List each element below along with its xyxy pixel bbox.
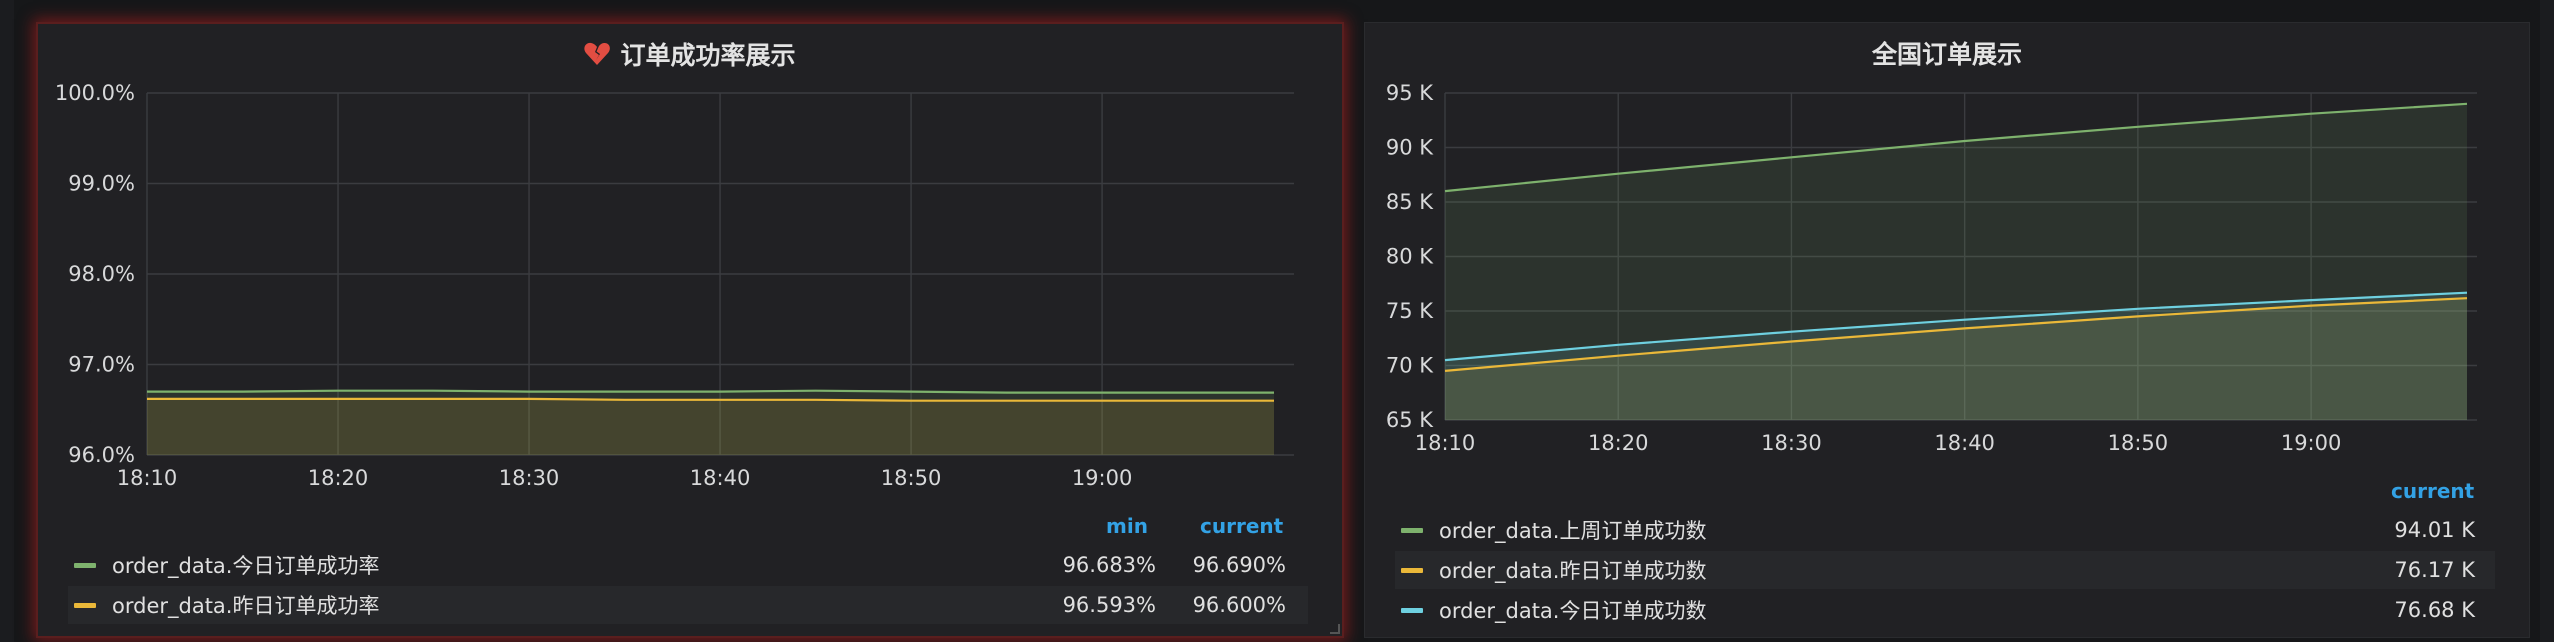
y-tick-label: 90 K <box>1386 136 1434 160</box>
y-tick-label: 99.0% <box>68 172 135 196</box>
y-tick-label: 75 K <box>1386 299 1434 323</box>
x-tick-label: 18:50 <box>2108 431 2169 455</box>
legend-swatch <box>1401 527 1423 533</box>
legend-row-today[interactable]: order_data.今日订单成功数 76.68 K <box>1395 591 2495 629</box>
x-tick-label: 18:50 <box>881 466 942 490</box>
y-tick-label: 70 K <box>1386 354 1434 378</box>
legend-current-value: 94.01 K <box>2394 518 2475 542</box>
panel-success-rate[interactable]: 订单成功率展示 96.0% 97.0% 98.0% 99.0% 100.0% 18:10 1… <box>36 22 1344 638</box>
right-edge-strip <box>2540 0 2554 642</box>
legend-series-name: order_data.今日订单成功数 <box>1439 599 1707 623</box>
legend-header-min[interactable]: min <box>1106 514 1148 538</box>
legend-current-value: 96.690% <box>1192 553 1286 577</box>
legend-series-name: order_data.昨日订单成功率 <box>112 594 380 618</box>
y-tick-label: 97.0% <box>68 353 135 377</box>
x-tick-label: 18:40 <box>1934 431 1995 455</box>
left-edge-strip <box>0 0 14 642</box>
x-tick-label: 18:40 <box>690 466 751 490</box>
legend-min-value: 96.593% <box>1062 593 1156 617</box>
y-tick-label: 65 K <box>1386 408 1434 432</box>
x-tick-label: 18:20 <box>1588 431 1649 455</box>
legend-header-current[interactable]: current <box>1200 514 1283 538</box>
legend-min-value: 96.683% <box>1062 553 1156 577</box>
legend-swatch <box>74 562 96 568</box>
chart-national-orders[interactable]: 65 K 70 K 75 K 80 K 85 K 90 K 95 K 18:10 18:20 18… <box>1365 23 2529 473</box>
y-tick-label: 85 K <box>1386 190 1434 214</box>
panel-national-orders[interactable]: 全国订单展示 65 K 70 K 75 K 80 K 85 K 90 K 95 K 18:10… <box>1364 22 2530 638</box>
legend-current-value: 76.68 K <box>2394 598 2475 622</box>
legend-swatch <box>1401 567 1423 573</box>
legend-row-yesterday[interactable]: order_data.昨日订单成功率 96.593% 96.600% <box>68 586 1308 624</box>
x-tick-label: 18:30 <box>499 466 560 490</box>
legend-current-value: 76.17 K <box>2394 558 2475 582</box>
chart-success-rate[interactable]: 96.0% 97.0% 98.0% 99.0% 100.0% 18:10 18:20 18:3… <box>38 24 1342 504</box>
legend-series-name: order_data.今日订单成功率 <box>112 554 380 578</box>
legend-series-name: order_data.昨日订单成功数 <box>1439 559 1707 583</box>
legend-row-last-week[interactable]: order_data.上周订单成功数 94.01 K <box>1395 511 2495 549</box>
x-tick-label: 18:10 <box>117 466 178 490</box>
series-area <box>147 398 1274 455</box>
legend-row-yesterday[interactable]: order_data.昨日订单成功数 76.17 K <box>1395 551 2495 589</box>
y-tick-label: 80 K <box>1386 245 1434 269</box>
x-tick-label: 19:00 <box>1072 466 1133 490</box>
legend-current-value: 96.600% <box>1192 593 1286 617</box>
y-tick-label: 98.0% <box>68 262 135 286</box>
x-tick-label: 19:00 <box>2281 431 2342 455</box>
y-tick-label: 100.0% <box>55 81 135 105</box>
y-tick-label: 95 K <box>1386 81 1434 105</box>
legend-swatch <box>1401 607 1423 613</box>
x-tick-label: 18:10 <box>1415 431 1476 455</box>
legend-swatch <box>74 602 96 608</box>
x-tick-label: 18:20 <box>308 466 369 490</box>
y-tick-label: 96.0% <box>68 443 135 467</box>
legend-header-current[interactable]: current <box>2391 479 2474 503</box>
legend-series-name: order_data.上周订单成功数 <box>1439 519 1707 543</box>
panel-resize-handle[interactable] <box>1330 624 1340 634</box>
x-tick-label: 18:30 <box>1761 431 1822 455</box>
legend-row-today[interactable]: order_data.今日订单成功率 96.683% 96.690% <box>68 546 1308 584</box>
